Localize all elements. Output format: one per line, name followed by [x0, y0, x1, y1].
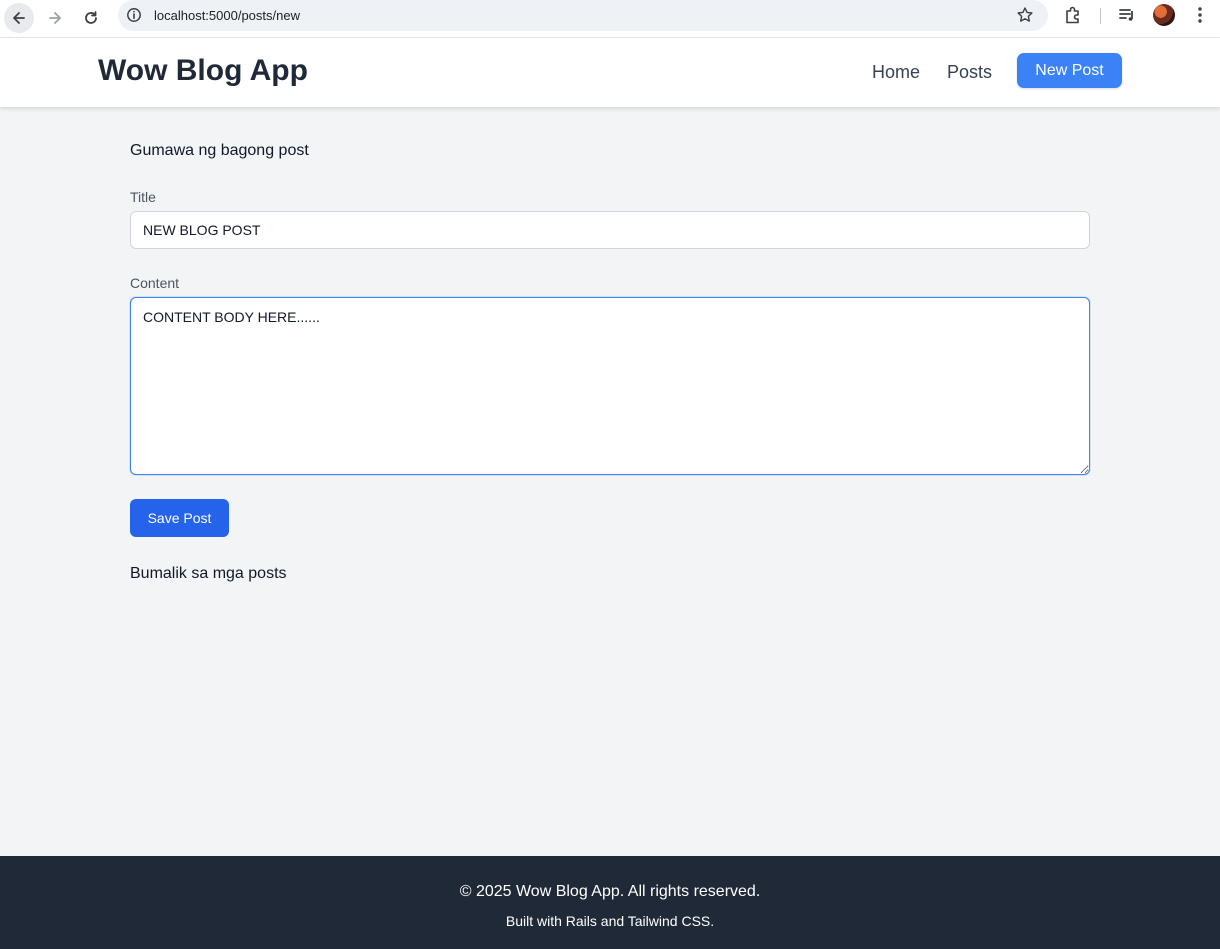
content-textarea[interactable]: CONTENT BODY HERE......: [130, 297, 1090, 475]
site-footer: © 2025 Wow Blog App. All rights reserved…: [0, 856, 1220, 949]
site-header: Wow Blog App Home Posts New Post: [0, 38, 1220, 107]
save-post-button[interactable]: Save Post: [130, 499, 229, 537]
address-bar[interactable]: localhost:5000/posts/new: [118, 0, 1048, 31]
extensions-icon[interactable]: [1062, 4, 1084, 26]
site-info-icon[interactable]: [126, 7, 142, 23]
profile-avatar[interactable]: [1153, 4, 1175, 26]
title-input[interactable]: [130, 211, 1090, 249]
forward-button[interactable]: [40, 3, 70, 33]
more-menu-icon[interactable]: [1191, 5, 1209, 25]
toolbar-divider: [1100, 8, 1101, 24]
back-button[interactable]: [4, 3, 34, 33]
brand-logo-text[interactable]: Wow Blog App: [98, 54, 308, 88]
forward-arrow-icon: [49, 12, 61, 24]
nav-home-link[interactable]: Home: [872, 62, 920, 83]
back-to-posts-link[interactable]: Bumalik sa mga posts: [130, 565, 287, 583]
nav-posts-link[interactable]: Posts: [947, 62, 992, 83]
back-arrow-icon: [13, 12, 25, 24]
browser-toolbar: localhost:5000/posts/new: [0, 0, 1220, 38]
page-title: Gumawa ng bagong post: [130, 142, 309, 159]
reload-icon: [85, 11, 97, 24]
media-control-icon[interactable]: [1117, 5, 1137, 25]
bookmark-star-icon[interactable]: [1016, 6, 1034, 24]
content-label: Content: [130, 275, 180, 291]
url-text[interactable]: localhost:5000/posts/new: [154, 8, 300, 23]
new-post-button[interactable]: New Post: [1017, 53, 1122, 88]
footer-built-with: Built with Rails and Tailwind CSS.: [505, 913, 715, 929]
reload-button[interactable]: [76, 3, 106, 33]
title-label: Title: [130, 189, 156, 205]
footer-copyright: © 2025 Wow Blog App. All rights reserved…: [459, 883, 761, 900]
